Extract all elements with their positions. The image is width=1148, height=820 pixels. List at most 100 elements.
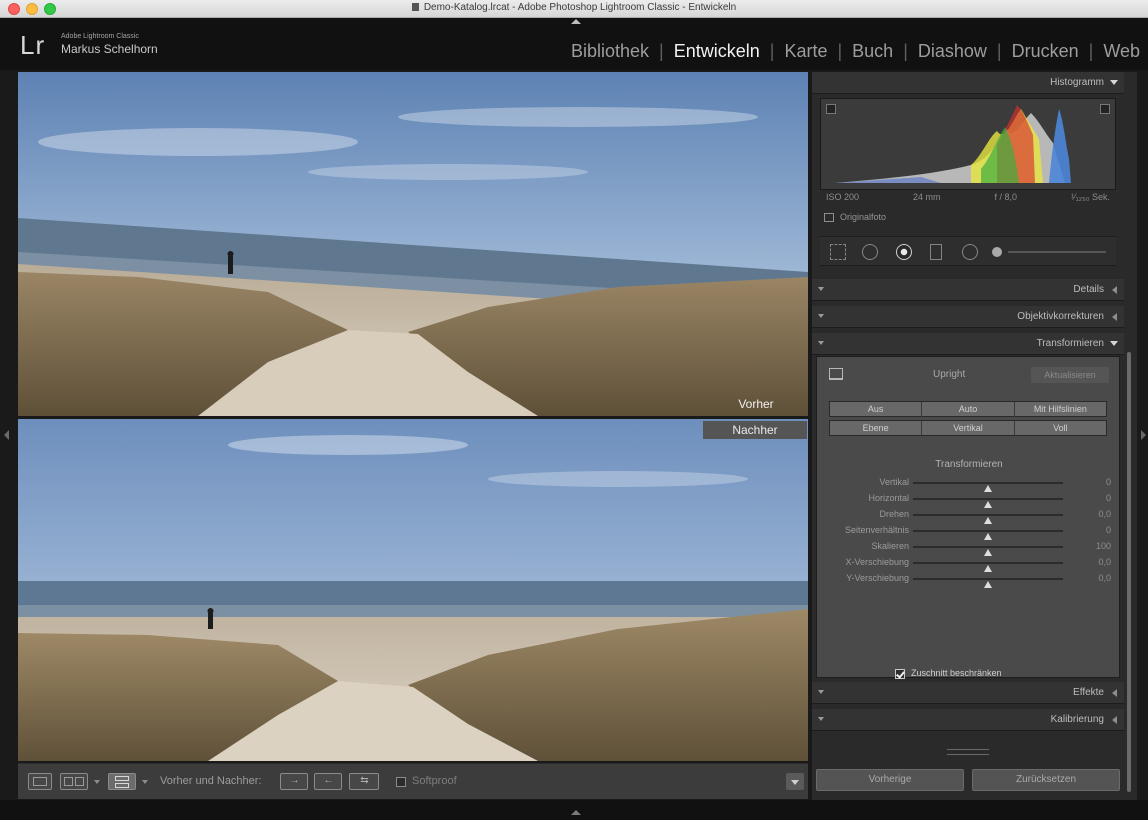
- slider-value[interactable]: 0: [1106, 525, 1111, 535]
- loupe-view-button[interactable]: [28, 773, 52, 790]
- transform-panel-body: Upright Aktualisieren Aus Auto Mit Hilfs…: [816, 356, 1121, 679]
- toolbar-menu-button[interactable]: [786, 773, 804, 790]
- upright-label: Upright: [933, 369, 966, 380]
- module-slideshow[interactable]: Diashow: [918, 41, 987, 62]
- right-pane-icon: [75, 777, 84, 786]
- histogram-exif-info: ISO 200 24 mm f / 8,0 ¹⁄₁₂₅₀ Sek.: [820, 192, 1116, 206]
- user-name: Markus Schelhorn: [61, 42, 158, 56]
- collapse-triangle-icon: [1110, 80, 1118, 85]
- upright-full-button[interactable]: Voll: [1014, 421, 1106, 435]
- panel-triangle-icon: [818, 717, 824, 721]
- slider-value[interactable]: 0,0: [1098, 573, 1111, 583]
- expand-triangle-icon: [1112, 716, 1117, 724]
- module-print[interactable]: Drucken: [1012, 41, 1079, 62]
- before-after-label: Vorher und Nachher:: [160, 775, 262, 787]
- module-map[interactable]: Karte: [784, 41, 827, 62]
- panel-scrollbar[interactable]: [1127, 352, 1131, 792]
- filmstrip-toggle-icon[interactable]: [571, 810, 581, 815]
- original-photo-checkbox[interactable]: [824, 213, 834, 222]
- module-library[interactable]: Bibliothek: [571, 41, 649, 62]
- title-bar: Demo-Katalog.lrcat - Adobe Photoshop Lig…: [0, 0, 1148, 18]
- histogram-panel-header[interactable]: Histogramm: [812, 72, 1124, 94]
- graduated-filter-tool-icon[interactable]: [930, 244, 942, 260]
- effects-panel-header[interactable]: Effekte: [812, 682, 1124, 704]
- tool-amount-slider[interactable]: [1008, 251, 1106, 253]
- swap-before-after-button[interactable]: ⇆: [349, 773, 379, 790]
- copy-after-to-before-button[interactable]: ←: [314, 773, 342, 790]
- chevron-down-icon[interactable]: [142, 780, 148, 784]
- slider-rotate: Drehen 0,0: [817, 507, 1121, 524]
- slider-track[interactable]: [913, 578, 1063, 588]
- copy-before-to-after-button[interactable]: →: [280, 773, 308, 790]
- collapse-triangle-icon: [1110, 341, 1118, 346]
- highlight-clipping-toggle[interactable]: [1100, 104, 1110, 114]
- histogram-title: Histogramm: [1050, 77, 1104, 88]
- slider-track[interactable]: [913, 514, 1063, 524]
- slider-value[interactable]: 0: [1106, 477, 1111, 487]
- slider-label: Skalieren: [871, 541, 909, 551]
- module-book[interactable]: Buch: [852, 41, 893, 62]
- module-web[interactable]: Web: [1103, 41, 1140, 62]
- details-panel-header[interactable]: Details: [812, 279, 1124, 301]
- module-develop[interactable]: Entwickeln: [674, 41, 760, 62]
- swap-icon: ⇆: [360, 775, 368, 786]
- slider-label: X-Verschiebung: [845, 557, 909, 567]
- slider-value[interactable]: 0: [1106, 493, 1111, 503]
- shadow-clipping-toggle[interactable]: [826, 104, 836, 114]
- slider-track[interactable]: [913, 530, 1063, 540]
- before-after-left-right-button[interactable]: [60, 773, 88, 790]
- module-separator: |: [769, 41, 775, 61]
- guided-upright-tool-icon[interactable]: [829, 368, 843, 380]
- top-panel-toggle-icon[interactable]: [571, 19, 581, 24]
- histogram[interactable]: [820, 98, 1116, 190]
- before-after-top-bottom-button[interactable]: [108, 773, 136, 790]
- slider-track[interactable]: [913, 562, 1063, 572]
- lens-corrections-panel-title: Objektivkorrekturen: [1017, 311, 1104, 322]
- slider-track[interactable]: [913, 546, 1063, 556]
- upright-guided-button[interactable]: Mit Hilfslinien: [1014, 402, 1106, 416]
- panel-end-mark: [812, 742, 1124, 756]
- red-eye-tool-icon[interactable]: [896, 244, 912, 260]
- slider-y-offset: Y-Verschiebung 0,0: [817, 571, 1121, 588]
- constrain-crop-label: Zuschnitt beschränken: [911, 668, 1002, 678]
- chevron-down-icon[interactable]: [94, 780, 100, 784]
- transform-panel-header[interactable]: Transformieren: [812, 333, 1124, 355]
- calibration-panel-title: Kalibrierung: [1050, 714, 1104, 725]
- slider-value[interactable]: 0,0: [1098, 557, 1111, 567]
- slider-thumb[interactable]: [984, 581, 992, 588]
- iso-value: ISO 200: [826, 192, 860, 202]
- left-panel-toggle-icon[interactable]: [4, 430, 9, 440]
- module-separator: |: [996, 41, 1002, 61]
- lightroom-window: Demo-Katalog.lrcat - Adobe Photoshop Lig…: [0, 0, 1148, 820]
- lens-corrections-panel-header[interactable]: Objektivkorrekturen: [812, 306, 1124, 328]
- lightroom-logo: Lr: [20, 30, 46, 60]
- slider-value[interactable]: 0,0: [1098, 509, 1111, 519]
- before-photo[interactable]: [18, 72, 808, 416]
- calibration-panel-header[interactable]: Kalibrierung: [812, 709, 1124, 731]
- upright-auto-button[interactable]: Auto: [922, 402, 1015, 416]
- slider-track[interactable]: [913, 498, 1063, 508]
- upright-mode-row-1: Aus Auto Mit Hilfslinien: [829, 401, 1107, 417]
- slider-track[interactable]: [913, 482, 1063, 492]
- slider-value[interactable]: 100: [1096, 541, 1111, 551]
- panel-triangle-icon: [818, 314, 824, 318]
- arrow-left-icon: ←: [323, 775, 334, 786]
- after-photo[interactable]: [18, 419, 808, 761]
- upright-off-button[interactable]: Aus: [830, 402, 923, 416]
- right-panel-toggle-icon[interactable]: [1141, 430, 1146, 440]
- document-icon: [411, 3, 419, 11]
- transform-panel-title: Transformieren: [1036, 338, 1104, 349]
- spot-removal-tool-icon[interactable]: [862, 244, 878, 260]
- crop-tool-icon[interactable]: [830, 244, 846, 260]
- upright-vertical-button[interactable]: Vertikal: [922, 421, 1015, 435]
- window-title: Demo-Katalog.lrcat - Adobe Photoshop Lig…: [0, 2, 1148, 13]
- update-button[interactable]: Aktualisieren: [1031, 367, 1109, 383]
- constrain-crop-checkbox[interactable]: [895, 669, 905, 679]
- adjustment-brush-tool-icon[interactable]: [992, 247, 1002, 257]
- softproof-checkbox[interactable]: [396, 777, 406, 787]
- focal-length-value: 24 mm: [913, 192, 941, 202]
- reset-button[interactable]: Zurücksetzen: [972, 769, 1120, 791]
- previous-settings-button[interactable]: Vorherige: [816, 769, 964, 791]
- radial-filter-tool-icon[interactable]: [962, 244, 978, 260]
- upright-level-button[interactable]: Ebene: [830, 421, 923, 435]
